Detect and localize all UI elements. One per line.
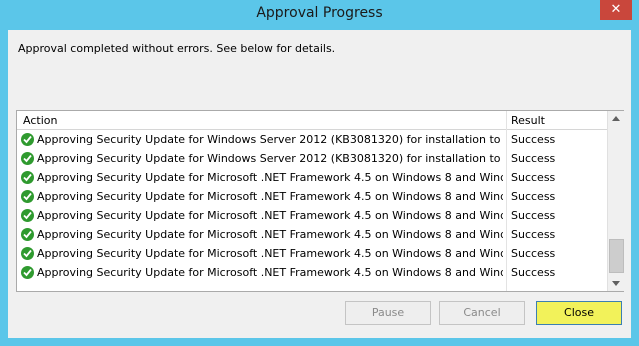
- row-result-text: Success: [511, 247, 556, 260]
- row-result-text: Success: [511, 228, 556, 241]
- close-button[interactable]: Close: [536, 301, 622, 325]
- row-action-text: Approving Security Update for Microsoft …: [37, 209, 503, 222]
- window-close-icon[interactable]: ✕: [600, 0, 632, 20]
- row-action-text: Approving Security Update for Windows Se…: [37, 133, 503, 146]
- cancel-button[interactable]: Cancel: [439, 301, 525, 325]
- success-check-icon: [21, 209, 34, 222]
- status-message: Approval completed without errors. See b…: [18, 42, 336, 55]
- list-item[interactable]: Approving Security Update for Windows Se…: [17, 130, 607, 149]
- row-action-text: Approving Security Update for Microsoft …: [37, 190, 503, 203]
- list-item[interactable]: Approving Security Update for Windows Se…: [17, 149, 607, 168]
- list-item[interactable]: Approving Security Update for Microsoft …: [17, 168, 607, 187]
- row-result-text: Success: [511, 133, 556, 146]
- row-result-text: Success: [511, 209, 556, 222]
- list-item[interactable]: Approving Security Update for Microsoft …: [17, 244, 607, 263]
- row-result-text: Success: [511, 171, 556, 184]
- window-title: Approval Progress: [256, 5, 383, 21]
- success-check-icon: [21, 190, 34, 203]
- row-action-text: Approving Security Update for Windows Se…: [37, 152, 503, 165]
- row-result-text: Success: [511, 152, 556, 165]
- success-check-icon: [21, 171, 34, 184]
- pause-button[interactable]: Pause: [345, 301, 431, 325]
- row-action-text: Approving Security Update for Microsoft …: [37, 171, 503, 184]
- success-check-icon: [21, 133, 34, 146]
- column-header-action[interactable]: Action: [23, 114, 57, 127]
- list-item[interactable]: Approving Security Update for Microsoft …: [17, 263, 607, 282]
- approval-results-list: Action Result Approving Security Update …: [16, 110, 624, 292]
- list-item[interactable]: Approving Security Update for Microsoft …: [17, 225, 607, 244]
- list-item[interactable]: Approving Security Update for Microsoft …: [17, 187, 607, 206]
- row-result-text: Success: [511, 266, 556, 279]
- vertical-scrollbar[interactable]: [607, 111, 624, 291]
- row-action-text: Approving Security Update for Microsoft …: [37, 266, 503, 279]
- scroll-up-arrow-icon[interactable]: [608, 111, 624, 127]
- title-bar[interactable]: Approval Progress ✕: [0, 0, 639, 30]
- approval-progress-window: Approval Progress ✕ Approval completed w…: [0, 0, 639, 346]
- success-check-icon: [21, 247, 34, 260]
- success-check-icon: [21, 266, 34, 279]
- row-result-text: Success: [511, 190, 556, 203]
- scroll-down-arrow-icon[interactable]: [608, 275, 624, 291]
- column-header-result[interactable]: Result: [511, 114, 545, 127]
- scrollbar-thumb[interactable]: [609, 239, 624, 273]
- row-action-text: Approving Security Update for Microsoft …: [37, 247, 503, 260]
- list-item[interactable]: Approving Security Update for Microsoft …: [17, 206, 607, 225]
- dialog-body: Approval completed without errors. See b…: [8, 30, 631, 338]
- row-action-text: Approving Security Update for Microsoft …: [37, 228, 503, 241]
- success-check-icon: [21, 152, 34, 165]
- list-header: Action Result: [17, 111, 607, 130]
- success-check-icon: [21, 228, 34, 241]
